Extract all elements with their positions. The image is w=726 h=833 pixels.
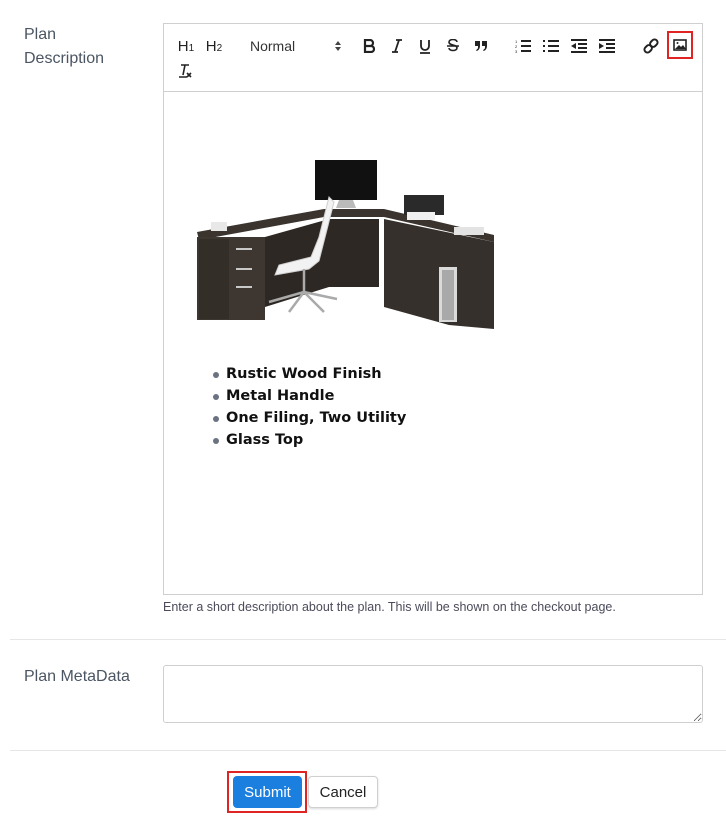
bullet-list-button[interactable] [542, 35, 560, 57]
rich-text-editor: H1 H2 Normal 123 Rustic Wood Finish Meta… [163, 23, 703, 595]
editor-toolbar: H1 H2 Normal 123 [164, 24, 702, 92]
monitor [315, 160, 377, 200]
svg-text:3: 3 [515, 49, 518, 53]
list-item: One Filing, Two Utility [212, 407, 406, 429]
ordered-list-button[interactable]: 123 [514, 35, 532, 57]
description-help-text: Enter a short description about the plan… [163, 600, 616, 614]
strikethrough-icon [447, 39, 459, 52]
link-icon [643, 38, 659, 54]
bullet-list-icon [543, 40, 559, 52]
ordered-list-icon: 123 [515, 39, 531, 53]
quote-icon [475, 41, 487, 51]
desk-image [197, 160, 494, 329]
label-line-1: Plan [24, 26, 57, 43]
label-line-2: Description [24, 50, 105, 67]
format-select[interactable]: Normal [250, 35, 342, 57]
divider [10, 639, 726, 640]
blockquote-button[interactable] [472, 35, 490, 57]
plan-description-label: Plan Description [24, 23, 104, 71]
italic-button[interactable] [388, 35, 406, 57]
plan-metadata-input[interactable] [163, 665, 703, 723]
bold-button[interactable] [360, 35, 378, 57]
underline-button[interactable] [416, 35, 434, 57]
indent-button[interactable] [598, 35, 616, 57]
underline-icon [420, 39, 430, 54]
editor-content[interactable]: Rustic Wood Finish Metal Handle One Fili… [164, 92, 702, 594]
format-select-value: Normal [250, 38, 296, 54]
indent-icon [599, 39, 615, 53]
bold-icon [363, 39, 375, 53]
strikethrough-button[interactable] [444, 35, 462, 57]
italic-icon [392, 39, 402, 53]
divider [10, 750, 726, 751]
plan-metadata-label: Plan MetaData [24, 668, 130, 685]
select-arrows-icon [335, 41, 341, 51]
list-item: Rustic Wood Finish [212, 363, 406, 385]
feature-list: Rustic Wood Finish Metal Handle One Fili… [194, 363, 406, 451]
list-item: Glass Top [212, 429, 406, 451]
link-button[interactable] [642, 35, 660, 57]
h2-button[interactable]: H2 [204, 35, 224, 57]
outdent-icon [571, 39, 587, 53]
clear-formatting-icon [179, 64, 192, 78]
image-button[interactable] [667, 31, 693, 59]
cancel-button[interactable]: Cancel [308, 776, 378, 808]
outdent-button[interactable] [570, 35, 588, 57]
submit-button[interactable]: Submit [233, 776, 302, 808]
h1-button[interactable]: H1 [176, 35, 196, 57]
list-item: Metal Handle [212, 385, 406, 407]
clear-formatting-button[interactable] [176, 60, 194, 82]
image-icon [673, 39, 687, 51]
